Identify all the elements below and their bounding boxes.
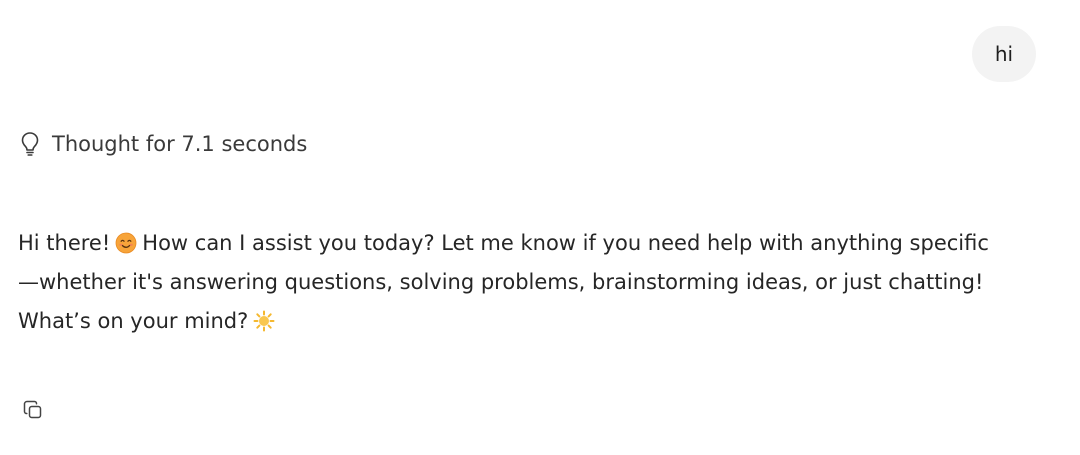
smiling-face-emoji-icon: [115, 228, 137, 254]
copy-button[interactable]: [20, 399, 46, 425]
lightbulb-icon: [18, 130, 42, 158]
thought-label: Thought for 7.1 seconds: [52, 132, 308, 156]
answer-text-question: How can I assist you today? Let me know …: [142, 231, 989, 255]
answer-line-2: —whether it's answering questions, solvi…: [18, 263, 1048, 302]
answer-text-options: —whether it's answering questions, solvi…: [18, 270, 984, 294]
thought-toggle[interactable]: Thought for 7.1 seconds: [18, 128, 307, 160]
user-message-bubble: hi: [972, 26, 1036, 82]
sun-emoji-icon: [253, 306, 275, 332]
copy-icon: [22, 399, 44, 425]
answer-line-3: What’s on your mind?: [18, 302, 1048, 341]
assistant-message: Hi there! How can I assist you today? Le…: [18, 224, 1048, 341]
answer-text-closing: What’s on your mind?: [18, 309, 249, 333]
answer-line-1: Hi there! How can I assist you today? Le…: [18, 224, 1048, 263]
user-message-text: hi: [994, 42, 1014, 66]
answer-text-greeting: Hi there!: [18, 231, 111, 255]
